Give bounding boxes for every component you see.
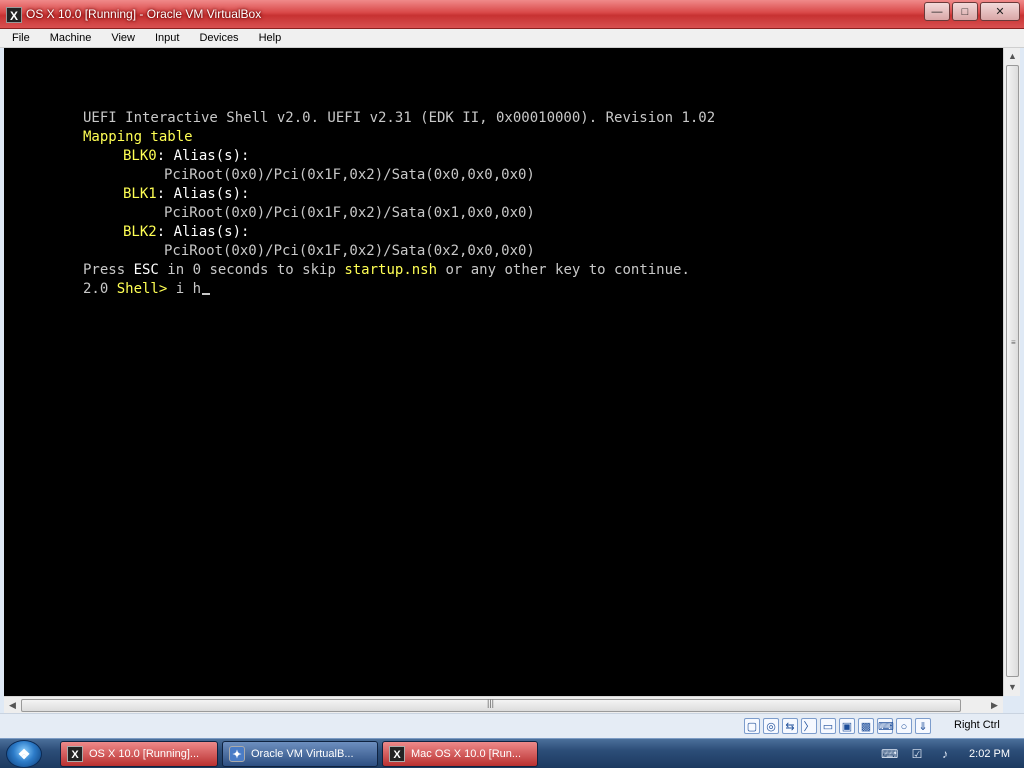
taskbar-item-label: OS X 10.0 [Running]... xyxy=(89,748,200,760)
menu-file[interactable]: File xyxy=(0,32,38,44)
title-bar[interactable]: X OS X 10.0 [Running] - Oracle VM Virtua… xyxy=(0,0,1024,29)
scroll-left-icon[interactable]: ◀ xyxy=(4,697,21,714)
shell-version: 2.0 xyxy=(83,281,117,297)
network-tray-icon[interactable]: ☑ xyxy=(909,746,925,762)
window-title: OS X 10.0 [Running] - Oracle VM VirtualB… xyxy=(26,7,262,21)
device-path: PciRoot(0x0)/Pci(0x1F,0x2)/Sata(0x2,0x0,… xyxy=(164,243,535,259)
countdown-text: Press xyxy=(83,262,134,278)
vertical-scroll-thumb[interactable]: ≡ xyxy=(1006,65,1019,677)
device-row: BLK0: Alias(s): xyxy=(123,147,249,166)
taskbar-item[interactable]: X OS X 10.0 [Running]... xyxy=(60,741,218,767)
horizontal-scrollbar[interactable]: ◀ ||| ▶ xyxy=(4,696,1003,713)
mouse-icon[interactable]: ○ xyxy=(896,718,912,734)
device-alias-label: : Alias(s): xyxy=(156,224,250,240)
esc-key-label: ESC xyxy=(133,262,159,278)
virtualbox-icon: ✦ xyxy=(229,746,245,762)
guest-display[interactable]: UEFI Interactive Shell v2.0. UEFI v2.31 … xyxy=(4,48,1003,696)
menu-help[interactable]: Help xyxy=(247,32,290,44)
maximize-button[interactable]: □ xyxy=(952,2,978,21)
taskbar-item[interactable]: ✦ Oracle VM VirtualB... xyxy=(222,741,378,767)
startup-countdown: Press ESC in 0 seconds to skip startup.n… xyxy=(83,261,690,280)
taskbar-item-label: Oracle VM VirtualB... xyxy=(251,748,354,760)
countdown-text: or any other key to continue. xyxy=(437,262,690,278)
device-path: PciRoot(0x0)/Pci(0x1F,0x2)/Sata(0x0,0x0,… xyxy=(164,167,535,183)
device-name: BLK0 xyxy=(123,148,157,164)
countdown-text: in 0 seconds to skip xyxy=(158,262,345,278)
download-icon[interactable]: ⇓ xyxy=(915,718,931,734)
virtualbox-app-icon: X xyxy=(6,7,22,23)
usb-icon[interactable]: 〉 xyxy=(801,718,817,734)
device-path: PciRoot(0x0)/Pci(0x1F,0x2)/Sata(0x1,0x0,… xyxy=(164,205,535,221)
volume-icon[interactable]: ♪ xyxy=(937,746,953,762)
minimize-icon: — xyxy=(931,5,943,18)
scroll-right-icon[interactable]: ▶ xyxy=(986,697,1003,714)
device-alias-label: : Alias(s): xyxy=(156,186,250,202)
uefi-header: UEFI Interactive Shell v2.0. UEFI v2.31 … xyxy=(83,110,716,126)
start-button[interactable]: ❖ xyxy=(6,740,42,768)
shared-folders-icon[interactable]: ▭ xyxy=(820,718,836,734)
close-icon: ✕ xyxy=(995,6,1005,18)
host-key-label: Right Ctrl xyxy=(954,719,1000,731)
vertical-scrollbar[interactable]: ▲ ≡ ▼ xyxy=(1003,48,1020,696)
shell-prompt: Shell> xyxy=(116,281,168,297)
window-controls: — □ ✕ xyxy=(922,2,1020,22)
minimize-button[interactable]: — xyxy=(924,2,950,21)
close-button[interactable]: ✕ xyxy=(980,2,1020,21)
scroll-up-icon[interactable]: ▲ xyxy=(1004,48,1021,65)
windows-taskbar: ❖ X OS X 10.0 [Running]... ✦ Oracle VM V… xyxy=(0,738,1024,768)
status-bar: ▢ ◎ ⇆ 〉 ▭ ▣ ▩ ⌨ ○ ⇓ Right Ctrl xyxy=(0,713,1024,738)
taskbar-item[interactable]: X Mac OS X 10.0 [Run... xyxy=(382,741,538,767)
taskbar-item-label: Mac OS X 10.0 [Run... xyxy=(411,748,522,760)
mapping-table-title: Mapping table xyxy=(83,129,193,145)
scroll-down-icon[interactable]: ▼ xyxy=(1004,679,1021,696)
capture-icon[interactable]: ▩ xyxy=(858,718,874,734)
virtualbox-vm-icon: X xyxy=(67,746,83,762)
virtualbox-window: X OS X 10.0 [Running] - Oracle VM Virtua… xyxy=(0,0,1024,738)
device-name: BLK2 xyxy=(123,224,157,240)
menu-view[interactable]: View xyxy=(99,32,143,44)
clock[interactable]: 2:02 PM xyxy=(969,748,1010,760)
startup-script-name: startup.nsh xyxy=(344,262,438,278)
system-tray: ⌨ ☑ ♪ 2:02 PM xyxy=(881,739,1024,768)
menu-machine[interactable]: Machine xyxy=(38,32,100,44)
device-alias-label: : Alias(s): xyxy=(156,148,250,164)
menu-devices[interactable]: Devices xyxy=(187,32,246,44)
network-icon[interactable]: ⇆ xyxy=(782,718,798,734)
keyboard-tray-icon[interactable]: ⌨ xyxy=(881,746,898,762)
maximize-icon: □ xyxy=(961,5,969,18)
device-row: BLK2: Alias(s): xyxy=(123,223,249,242)
shell-input[interactable]: i h xyxy=(167,281,201,297)
display-icon[interactable]: ▣ xyxy=(839,718,855,734)
grip-icon: ||| xyxy=(487,698,495,708)
virtualbox-vm-icon: X xyxy=(389,746,405,762)
device-name: BLK1 xyxy=(123,186,157,202)
horizontal-scroll-thumb[interactable]: ||| xyxy=(21,698,961,712)
device-status-icons: ▢ ◎ ⇆ 〉 ▭ ▣ ▩ ⌨ ○ ⇓ xyxy=(744,718,934,734)
menu-bar: File Machine View Input Devices Help xyxy=(0,29,1024,48)
windows-logo-icon: ❖ xyxy=(17,746,31,762)
grip-icon: ≡ xyxy=(1011,338,1016,347)
menu-input[interactable]: Input xyxy=(143,32,187,44)
keyboard-icon[interactable]: ⌨ xyxy=(877,718,894,734)
optical-drive-icon[interactable]: ◎ xyxy=(763,718,779,734)
device-row: BLK1: Alias(s): xyxy=(123,185,249,204)
hard-disk-icon[interactable]: ▢ xyxy=(744,718,760,734)
text-cursor xyxy=(202,293,211,295)
shell-prompt-line[interactable]: 2.0 Shell> i h xyxy=(83,280,211,299)
